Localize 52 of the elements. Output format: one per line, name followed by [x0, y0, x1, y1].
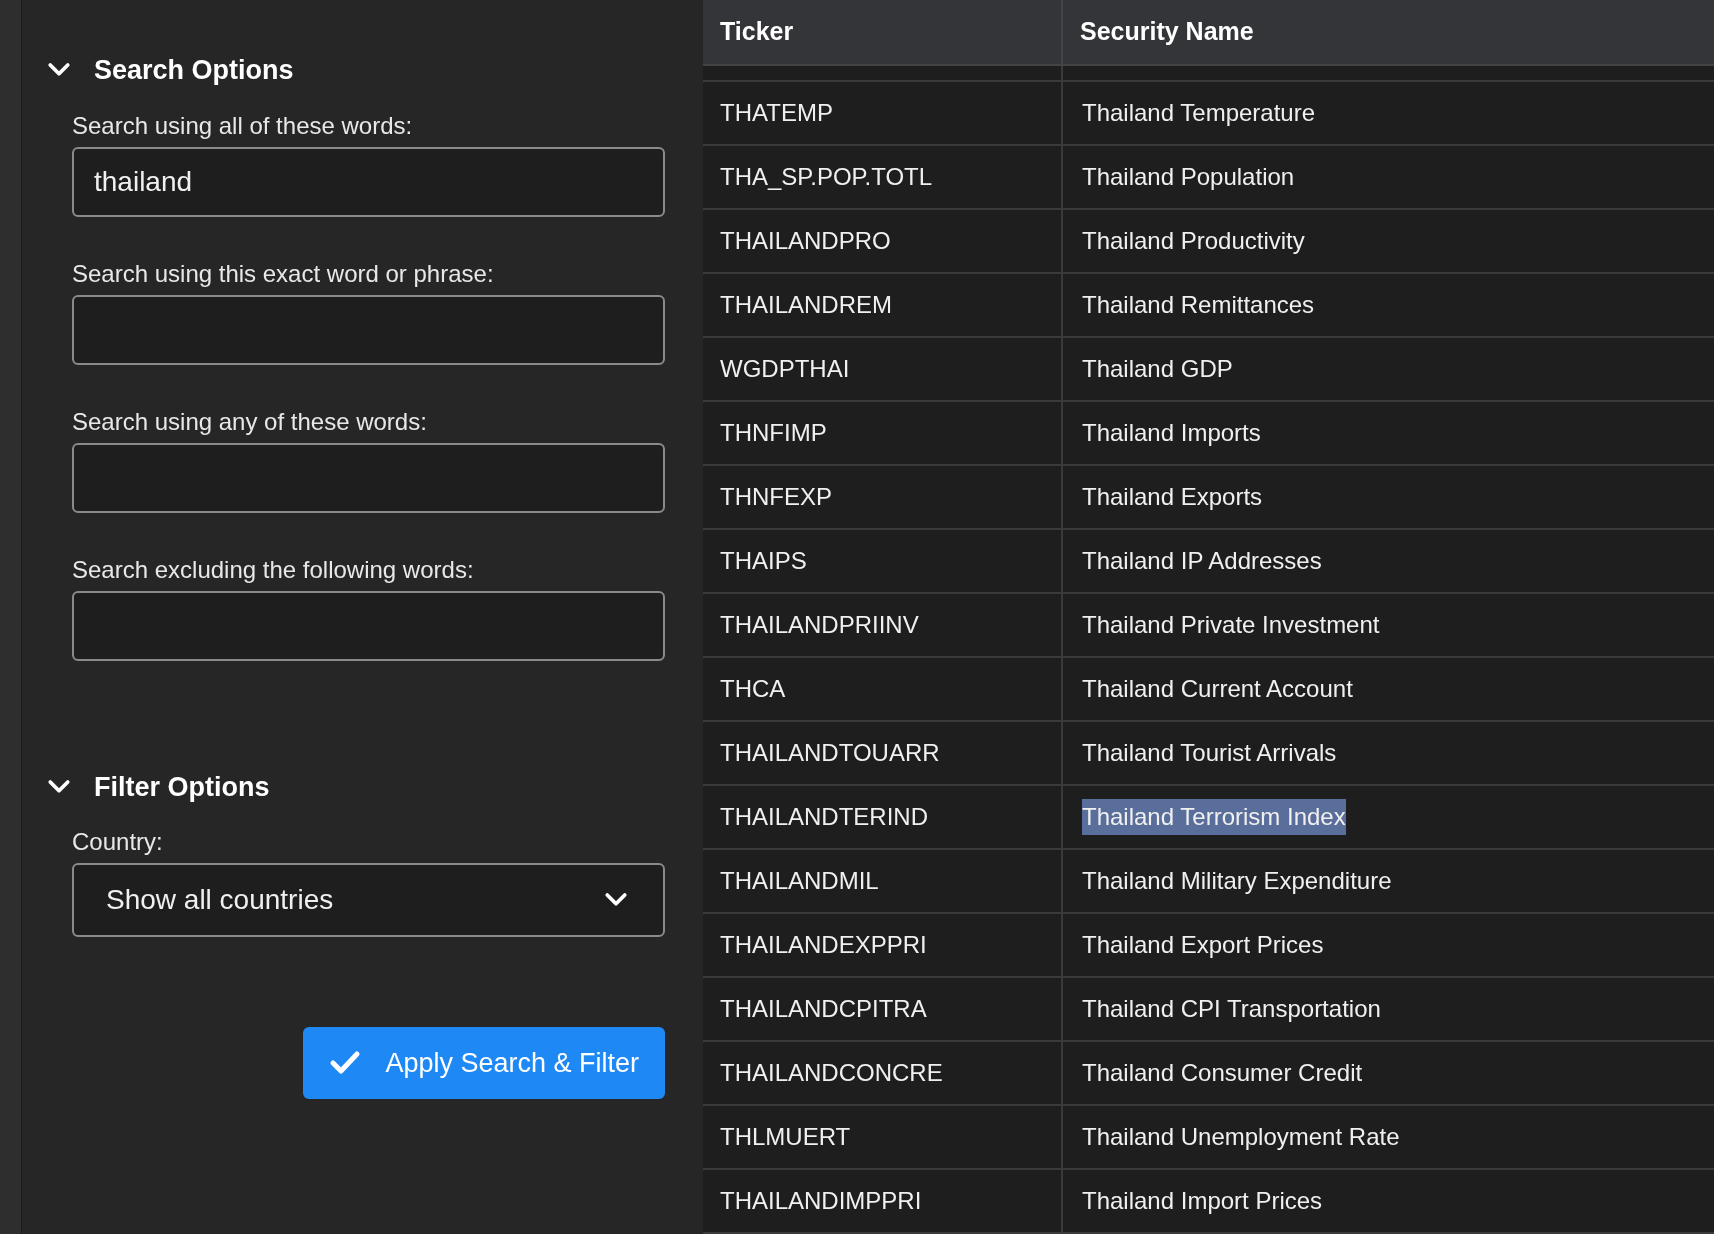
- ticker-cell-text: THAILANDTOUARR: [720, 738, 940, 768]
- security-name-cell-text: Thailand Consumer Credit: [1082, 1058, 1363, 1088]
- column-header[interactable]: Security Name: [1063, 0, 1714, 65]
- field-label: Search excluding the following words:: [72, 554, 474, 585]
- input-field[interactable]: [72, 590, 665, 661]
- ticker-cell-text: THA_SP.POP.TOTL: [720, 162, 933, 192]
- ticker-cell-text: THAILANDEXPPRI: [720, 930, 927, 960]
- input-field[interactable]: thailand: [72, 146, 665, 217]
- security-name-cell-text: Thailand Private Investment: [1082, 610, 1380, 640]
- security-name-cell-text: Thailand Productivity: [1082, 226, 1305, 256]
- input-field[interactable]: [72, 442, 665, 513]
- check-icon: [329, 1050, 362, 1076]
- ticker-cell-text: THNFIMP: [720, 418, 827, 448]
- field-label: Search using all of these words:: [72, 110, 413, 141]
- security-name-cell-text: Thailand Temperature: [1082, 98, 1316, 128]
- ticker-cell-text: THATEMP: [720, 98, 833, 128]
- ticker-cell-text: THAIPS: [720, 546, 807, 576]
- ticker-cell-text: THLMUERT: [720, 1122, 851, 1152]
- ticker-cell-text: THCA: [720, 674, 786, 704]
- ticker-cell-text: THAILANDPRIINV: [720, 610, 919, 640]
- security-name-cell-text: Thailand Tourist Arrivals: [1082, 738, 1337, 768]
- security-name-cell-text: Thailand IP Addresses: [1082, 546, 1322, 576]
- security-name-cell-text: Thailand Unemployment Rate: [1082, 1122, 1400, 1152]
- security-name-cell-text: Thailand Remittances: [1082, 290, 1315, 320]
- security-name-cell-text: Thailand Imports: [1082, 418, 1261, 448]
- security-name-cell-text: Thailand Military Expenditure: [1082, 866, 1392, 896]
- section-header[interactable]: Search Options: [44, 50, 665, 91]
- ticker-cell-text: THAILANDPRO: [720, 226, 891, 256]
- column-header[interactable]: Ticker: [703, 0, 1063, 65]
- security-name-cell-text: Thailand CPI Transportation: [1082, 994, 1381, 1024]
- ticker-cell-text: THAILANDCPITRA: [720, 994, 927, 1024]
- field-label: Search using this exact word or phrase:: [72, 258, 494, 289]
- security-name-cell-text: Thailand Import Prices: [1082, 1186, 1323, 1216]
- security-name-cell-text: Thailand Population: [1082, 162, 1295, 192]
- ticker-cell-text: THAILANDCONCRE: [720, 1058, 943, 1088]
- security-name-cell-text: Thailand GDP: [1082, 354, 1233, 384]
- field-label: Search using any of these words:: [72, 406, 427, 437]
- ticker-cell-text: THAILANDIMPPRI: [720, 1186, 922, 1216]
- security-name-cell-text: Thailand Exports: [1082, 482, 1263, 512]
- ticker-cell-text: THAILANDMIL: [720, 866, 879, 896]
- ticker-cell-text: THAILANDTERIND: [720, 802, 929, 832]
- ticker-cell-text: WGDPTHAI: [720, 354, 850, 384]
- security-name-cell-text: Thailand Export Prices: [1082, 930, 1324, 960]
- security-name-cell-text: Thailand Current Account: [1082, 674, 1353, 704]
- input-field[interactable]: [72, 294, 665, 365]
- apply-button[interactable]: Apply Search & Filter: [303, 1027, 665, 1099]
- section-header[interactable]: Filter Options: [44, 766, 665, 807]
- ticker-cell-text: THNFEXP: [720, 482, 832, 512]
- country-dropdown[interactable]: Show all countries: [72, 863, 665, 937]
- ticker-cell-text: THAILANDREM: [720, 290, 893, 320]
- field-label: Country:: [72, 827, 163, 857]
- security-name-cell: Thailand Terrorism Index: [1082, 799, 1346, 835]
